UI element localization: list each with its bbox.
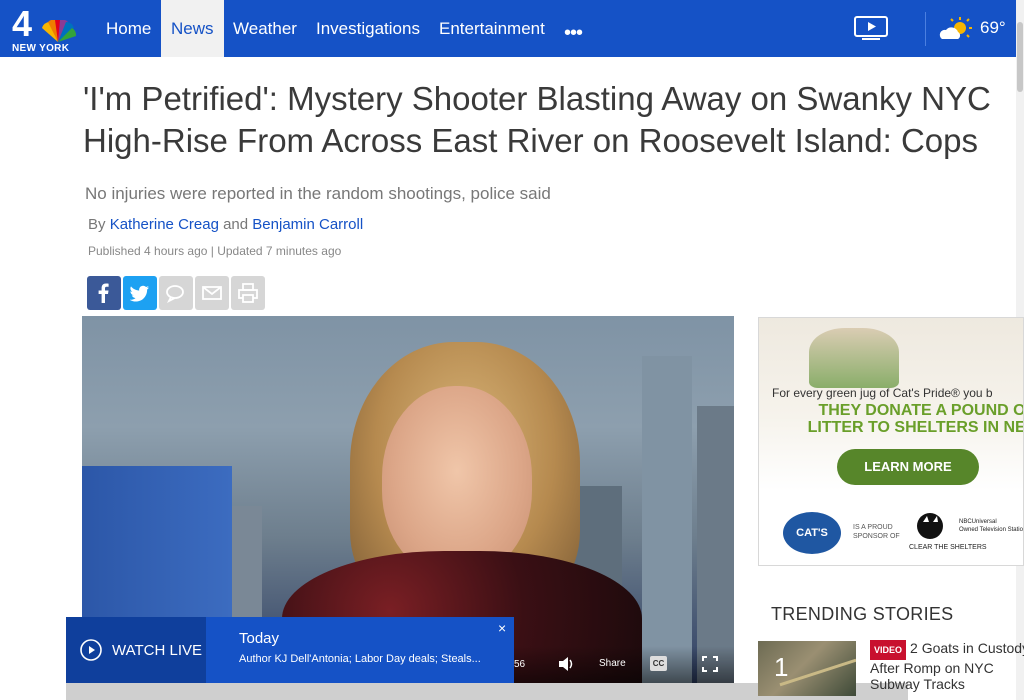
nav-home[interactable]: Home — [96, 0, 161, 57]
watch-live-label: WATCH LIVE — [112, 642, 203, 659]
byline-by: By — [88, 216, 106, 233]
email-icon — [202, 286, 222, 300]
nav-divider — [925, 12, 926, 46]
video-icon[interactable] — [854, 16, 888, 40]
facebook-share-button[interactable] — [87, 276, 121, 310]
trending-thumbnail[interactable] — [758, 641, 856, 696]
byline-and: and — [223, 216, 249, 233]
ad-sponsor-text: IS A PROUD SPONSOR OF — [853, 524, 900, 540]
news-anchor-face — [382, 386, 532, 576]
close-icon[interactable]: × — [498, 620, 506, 636]
print-button[interactable] — [231, 276, 265, 310]
ad-headline-line-1: THEY DONATE A POUND O — [818, 402, 1024, 419]
ad-intro-text: For every green jug of Cat's Pride® you … — [772, 386, 993, 400]
ad-learn-more-button[interactable]: LEARN MORE — [837, 449, 979, 485]
logo-city: NEW YORK — [12, 43, 70, 54]
email-share-button[interactable] — [195, 276, 229, 310]
video-share-button[interactable]: Share — [599, 658, 626, 669]
comments-button[interactable] — [159, 276, 193, 310]
skyline-building — [642, 356, 692, 686]
subway-tracks — [779, 658, 856, 687]
article-subhead: No injuries were reported in the random … — [85, 184, 551, 203]
live-show-description: Author KJ Dell'Antonia; Labor Day deals;… — [239, 653, 481, 665]
trending-rank: 1 — [774, 652, 789, 682]
charity-name: CLEAR THE SHELTERS — [909, 544, 987, 551]
more-menu-button[interactable]: ••• — [564, 22, 583, 45]
nbcu-line-1: NBCUniversal — [959, 519, 997, 525]
cats-pride-logo: CAT'S PRIDE — [783, 512, 841, 554]
headline-line-2: High-Rise From Across East River on Roos… — [83, 122, 978, 159]
ad-image — [809, 328, 899, 388]
nbcu-line-2: Owned Television Stations — [959, 527, 1024, 533]
published-timestamp: Published 4 hours ago | Updated 7 minute… — [88, 244, 342, 258]
play-circle-icon — [80, 639, 102, 661]
nbcu-logo: NBCUniversal Owned Television Stations — [959, 518, 1024, 534]
nav-investigations[interactable]: Investigations — [306, 0, 430, 57]
volume-icon[interactable] — [558, 656, 576, 672]
watch-live-bar[interactable]: WATCH LIVE Today Author KJ Dell'Antonia;… — [66, 617, 514, 683]
temperature[interactable]: 69° — [980, 18, 1006, 38]
print-icon — [238, 283, 258, 303]
fullscreen-icon[interactable] — [702, 656, 718, 672]
comment-icon — [166, 285, 184, 303]
logo-number: 4 — [12, 3, 32, 44]
byline: By Katherine Creag and Benjamin Carroll — [88, 216, 363, 233]
nav-news[interactable]: News — [161, 0, 224, 57]
nav-entertainment[interactable]: Entertainment — [429, 0, 555, 57]
twitter-icon — [130, 285, 149, 302]
top-nav: 4 NEW YORK Home News Weather Investigati… — [0, 0, 1024, 57]
peacock-icon — [42, 20, 77, 42]
trending-item[interactable]: VIDEO 2 Goats in Custody After Romp on NY… — [870, 640, 1024, 692]
live-show-title: Today — [239, 630, 280, 647]
author-link-2[interactable]: Benjamin Carroll — [252, 216, 363, 233]
article-headline: 'I'm Petrified': Mystery Shooter Blastin… — [83, 78, 1023, 162]
video-badge: VIDEO — [870, 640, 907, 660]
headline-line-1: 'I'm Petrified': Mystery Shooter Blastin… — [83, 80, 991, 117]
facebook-icon — [98, 283, 109, 303]
advertisement[interactable]: For every green jug of Cat's Pride® you … — [758, 317, 1024, 566]
nbc-new-york-logo[interactable]: 4 NEW YORK — [10, 6, 82, 54]
trending-title: TRENDING STORIES — [771, 604, 954, 624]
nav-weather[interactable]: Weather — [223, 0, 307, 57]
twitter-share-button[interactable] — [123, 276, 157, 310]
author-link-1[interactable]: Katherine Creag — [110, 216, 219, 233]
skyline-building — [697, 406, 734, 686]
video-time: 56 — [514, 659, 526, 670]
partly-sunny-icon[interactable] — [938, 17, 972, 43]
closed-captions-button[interactable]: CC — [650, 656, 667, 671]
ad-headline-line-2: LITTER TO SHELTERS IN NEE — [807, 419, 1024, 436]
ad-headline: THEY DONATE A POUND O LITTER TO SHELTERS… — [772, 402, 1024, 436]
